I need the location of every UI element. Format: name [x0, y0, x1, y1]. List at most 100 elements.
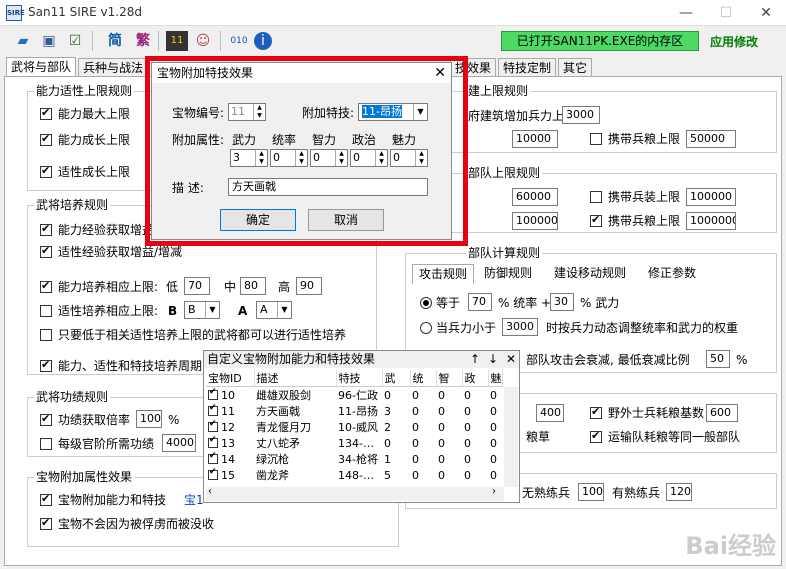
folder-open-icon[interactable]: ▰: [12, 31, 34, 51]
attr-lead-spinner[interactable]: 0 ▲ ▼: [270, 149, 308, 167]
troop-limit-input[interactable]: 60000: [512, 188, 558, 206]
transport-food-checkbox[interactable]: [590, 429, 602, 443]
attr-pol-spinner[interactable]: 0 ▲ ▼: [350, 149, 388, 167]
spin-icon[interactable]: ▲ ▼: [415, 150, 427, 166]
id-spinner[interactable]: 11 ▲ ▼: [228, 103, 266, 121]
list-hscrollbar[interactable]: ‹ ›: [206, 486, 504, 501]
training-cycle-checkbox[interactable]: [40, 358, 52, 372]
merit-rate-input[interactable]: 100: [136, 410, 162, 428]
col-pol[interactable]: 政: [462, 370, 489, 387]
minimize-button[interactable]: —: [666, 0, 706, 26]
supply-input[interactable]: 400: [536, 404, 564, 422]
treasure-link[interactable]: 宝1: [184, 493, 204, 507]
field-food-checkbox[interactable]: [590, 405, 602, 419]
attr-cha-spinner[interactable]: 0 ▲ ▼: [390, 149, 428, 167]
treasure-bonus-checkbox[interactable]: [40, 492, 52, 506]
col-war[interactable]: 武: [382, 370, 411, 387]
col-lead[interactable]: 统: [410, 370, 437, 387]
dynamic-radio[interactable]: [420, 322, 432, 334]
arms-limit-checkbox[interactable]: [590, 191, 602, 203]
simplified-button[interactable]: 简: [104, 31, 126, 51]
col-desc[interactable]: 描述: [254, 370, 337, 387]
field-food-input[interactable]: 600: [706, 404, 738, 422]
untrained-input[interactable]: 100: [578, 483, 604, 501]
attr-int-spinner[interactable]: 0 ▲ ▼: [310, 149, 348, 167]
high-input[interactable]: 90: [296, 277, 322, 295]
aptitude-training-checkbox[interactable]: [40, 305, 52, 317]
low-input[interactable]: 70: [184, 277, 210, 295]
table-row[interactable]: 12 青龙偃月刀 10-威风 2 0 0 0 0: [206, 419, 502, 435]
row-checkbox[interactable]: [208, 387, 218, 400]
table-row[interactable]: 10 雌雄双股剑 96-仁政 0 0 0 0 0: [206, 387, 502, 404]
spin-icon[interactable]: ▲ ▼: [335, 150, 347, 166]
below-limit-checkbox[interactable]: [40, 329, 52, 341]
mid-input[interactable]: 80: [240, 277, 266, 295]
row-checkbox[interactable]: [208, 451, 218, 464]
spin-icon[interactable]: ▲ ▼: [295, 150, 307, 166]
growth-limit-checkbox[interactable]: [40, 132, 52, 146]
arms-limit-input[interactable]: 100000: [686, 188, 736, 206]
unit-food-input[interactable]: 1000000: [686, 212, 736, 230]
col-cha[interactable]: 魅: [488, 370, 503, 387]
list-vscrollbar[interactable]: [504, 387, 518, 487]
character-icon[interactable]: ☺: [192, 31, 214, 51]
maximize-button[interactable]: ☐: [706, 0, 746, 26]
desc-input[interactable]: 方天画戟: [228, 178, 428, 196]
spin-icon[interactable]: ▲ ▼: [375, 150, 387, 166]
table-row[interactable]: 11 方天画戟 11-昂扬 3 0 0 0 0: [206, 403, 502, 419]
b-select[interactable]: B ▼: [184, 301, 220, 319]
info-icon[interactable]: i: [254, 32, 272, 50]
aptitude-limit-checkbox[interactable]: [40, 164, 52, 178]
build-limit-input[interactable]: 3000: [562, 106, 600, 124]
scroll-left-icon[interactable]: ‹: [208, 486, 212, 497]
tab-units[interactable]: 兵种与战法: [78, 58, 149, 78]
row-checkbox[interactable]: [208, 403, 218, 416]
table-row[interactable]: 15 凿龙斧 148-… 5 0 0 0 0: [206, 467, 502, 483]
san11-icon[interactable]: 11: [166, 31, 188, 51]
ok-button[interactable]: 确定: [220, 209, 296, 231]
binary-icon[interactable]: 010: [228, 31, 250, 51]
tab-other[interactable]: 其它: [558, 58, 593, 78]
row-checkbox[interactable]: [208, 467, 218, 480]
subtab-build-move[interactable]: 建设移动规则: [548, 264, 632, 284]
skill-select[interactable]: 11-昂扬 ▼: [358, 103, 428, 121]
aptitude-exp-checkbox[interactable]: [40, 244, 52, 258]
col-int[interactable]: 智: [436, 370, 463, 387]
subtab-attack[interactable]: 攻击规则: [412, 264, 475, 284]
trained-input[interactable]: 120: [666, 483, 692, 501]
tab-skill-custom[interactable]: 特技定制: [498, 58, 557, 78]
col-skill[interactable]: 特技: [336, 370, 383, 387]
close-icon[interactable]: ✕: [434, 63, 446, 83]
move-down-icon[interactable]: ↓: [488, 351, 498, 368]
col-id[interactable]: 宝物ID: [206, 370, 255, 387]
spin-icon[interactable]: ▲ ▼: [255, 150, 267, 166]
training-limit-checkbox[interactable]: [40, 279, 52, 293]
move-up-icon[interactable]: ↑: [470, 351, 480, 368]
a-select[interactable]: A ▼: [256, 301, 292, 319]
food-limit-checkbox[interactable]: [590, 133, 602, 145]
close-icon[interactable]: ✕: [506, 351, 516, 368]
leadership-pct-input[interactable]: 70: [468, 293, 492, 311]
decay-input[interactable]: 50: [706, 350, 730, 368]
merit-rate-checkbox[interactable]: [40, 412, 52, 426]
traditional-button[interactable]: 繁: [132, 31, 154, 51]
max-limit-checkbox[interactable]: [40, 106, 52, 120]
save-icon[interactable]: ▣: [38, 31, 60, 51]
row-checkbox[interactable]: [208, 419, 218, 432]
row-checkbox[interactable]: [208, 435, 218, 448]
table-row[interactable]: 13 丈八蛇矛 134-… 0 0 0 0 0: [206, 435, 502, 451]
dynamic-input[interactable]: 3000: [502, 318, 538, 336]
war-pct-input[interactable]: 30: [550, 293, 574, 311]
money-limit-input[interactable]: 10000: [512, 130, 558, 148]
equal-radio[interactable]: [420, 297, 432, 309]
scroll-right-icon[interactable]: ›: [492, 486, 496, 497]
rank-merit-input[interactable]: 4000: [162, 434, 196, 452]
spin-icon[interactable]: ▲ ▼: [253, 104, 265, 120]
apply-button[interactable]: 应用修改: [710, 33, 758, 50]
cancel-button[interactable]: 取消: [308, 209, 384, 231]
rank-merit-checkbox[interactable]: [40, 438, 52, 450]
no-confiscate-checkbox[interactable]: [40, 516, 52, 530]
table-row[interactable]: 14 绿沉枪 34-枪将 1 0 0 0 0: [206, 451, 502, 467]
food-limit-input[interactable]: 50000: [686, 130, 736, 148]
close-button[interactable]: ✕: [746, 0, 786, 26]
